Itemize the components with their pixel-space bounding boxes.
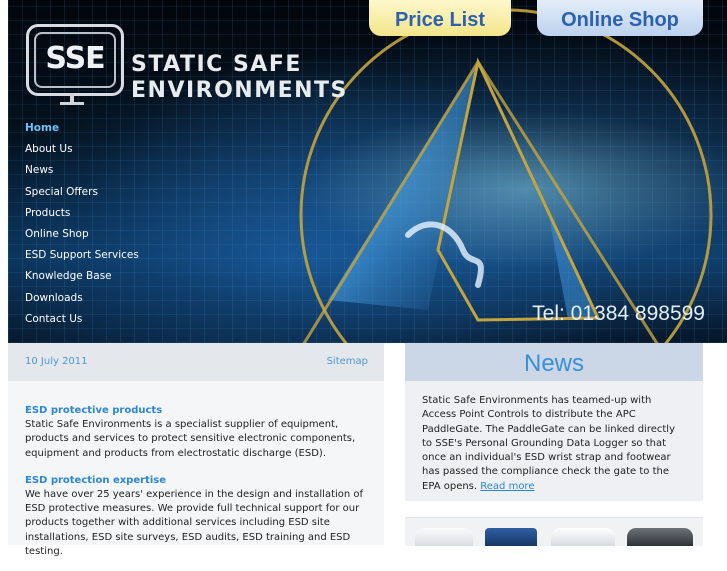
section-body-esd-expertise: We have over 25 years' experience in the… (25, 488, 364, 558)
hero-banner: SSE STATIC SAFE ENVIRONMENTS Home About … (8, 0, 727, 343)
product-image-black-shoe[interactable] (627, 528, 693, 546)
nav-item-home[interactable]: Home (25, 118, 139, 139)
main-content: ESD protective products Static Safe Envi… (8, 381, 384, 557)
nav-item-downloads[interactable]: Downloads (25, 288, 139, 309)
online-shop-tab[interactable]: Online Shop (537, 0, 703, 36)
section-body-esd-products: Static Safe Environments is a specialist… (25, 419, 356, 459)
read-more-link[interactable]: Read more (480, 481, 534, 492)
sse-logo[interactable]: SSE STATIC SAFE ENVIRONMENTS (26, 24, 346, 108)
nav-item-news[interactable]: News (25, 160, 139, 181)
logo-base (60, 102, 84, 105)
nav-item-contact-us[interactable]: Contact Us (25, 309, 139, 330)
product-images-strip (405, 517, 703, 546)
product-image-white-clog[interactable] (551, 528, 615, 546)
news-text: Static Safe Environments has teamed-up w… (422, 395, 675, 492)
price-list-tab[interactable]: Price List (369, 0, 511, 36)
logo-mark: SSE (26, 24, 124, 96)
nav-item-special-offers[interactable]: Special Offers (25, 182, 139, 203)
logo-wordmark-line2: ENVIRONMENTS (131, 78, 348, 103)
phone-number: Tel: 01384 898599 (532, 302, 705, 325)
sitemap-link[interactable]: Sitemap (327, 356, 368, 367)
section-heading-esd-expertise: ESD protection expertise (25, 474, 166, 486)
section-heading-esd-products: ESD protective products (25, 405, 163, 416)
info-bar: 10 July 2011 Sitemap (8, 343, 384, 381)
nav-item-about-us[interactable]: About Us (25, 139, 139, 160)
logo-mark-text: SSE (34, 32, 116, 88)
nav-item-products[interactable]: Products (25, 203, 139, 224)
nav-item-online-shop[interactable]: Online Shop (25, 224, 139, 245)
logo-wordmark-line1: STATIC SAFE (131, 52, 302, 77)
news-panel: News Static Safe Environments has teamed… (405, 343, 703, 501)
nav-item-knowledge-base[interactable]: Knowledge Base (25, 266, 139, 287)
main-nav: Home About Us News Special Offers Produc… (25, 118, 139, 330)
product-image-wrist-strap[interactable] (485, 528, 537, 546)
news-title: News (405, 343, 703, 381)
current-date: 10 July 2011 (25, 356, 88, 367)
news-body: Static Safe Environments has teamed-up w… (405, 381, 703, 494)
product-image-white-shoe[interactable] (415, 528, 473, 546)
nav-item-esd-support-services[interactable]: ESD Support Services (25, 245, 139, 266)
